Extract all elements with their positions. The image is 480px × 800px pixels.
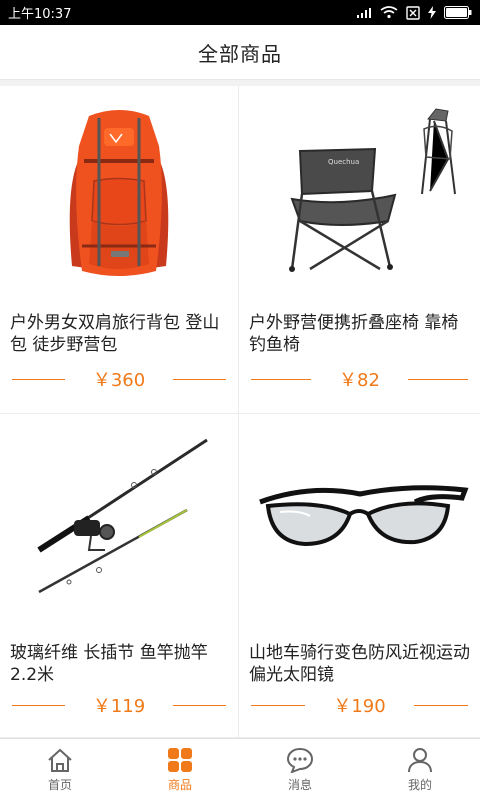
folding-chair-image: Quechua <box>239 86 480 301</box>
product-price: ￥360 <box>92 370 146 391</box>
status-time: 上午10:37 <box>8 7 72 22</box>
divider-line <box>173 378 227 380</box>
divider-line <box>407 378 468 380</box>
product-title: 山地车骑行变色防风近视运动偏光太阳镜 <box>249 643 470 685</box>
wifi-icon <box>380 6 398 19</box>
header: 全部商品 <box>0 25 480 80</box>
price-row: ￥82 <box>251 366 468 392</box>
tab-label: 消息 <box>287 777 312 792</box>
charging-icon <box>428 6 436 19</box>
product-title: 玻璃纤维 长插节 鱼竿抛竿2.2米 <box>10 643 208 685</box>
fishing-rod-image <box>0 414 238 629</box>
product-price: ￥82 <box>339 370 380 391</box>
product-title: 户外野营便携折叠座椅 靠椅钓鱼椅 <box>249 313 459 355</box>
product-card[interactable]: Quechua 户外野营便携折叠座椅 靠椅钓鱼椅 ￥82 <box>239 86 480 414</box>
divider-line <box>12 378 65 380</box>
tab-label: 我的 <box>407 777 432 792</box>
tab-home[interactable]: 首页 <box>0 739 120 800</box>
divider-line <box>251 378 312 380</box>
tab-label: 首页 <box>47 777 72 792</box>
divider-line <box>173 704 227 706</box>
divider-line <box>413 704 469 706</box>
tab-products[interactable]: 商品 <box>120 739 240 800</box>
product-card[interactable]: 户外男女双肩旅行背包 登山包 徒步野营包 ￥360 <box>0 86 239 414</box>
product-price: ￥190 <box>333 696 386 717</box>
backpack-image <box>0 86 238 301</box>
status-icons <box>356 5 472 20</box>
product-title: 户外男女双肩旅行背包 登山包 徒步野营包 <box>10 313 220 355</box>
no-sim-icon <box>406 5 420 20</box>
grid-icon <box>168 747 192 772</box>
status-bar: 上午10:37 <box>0 0 480 25</box>
chat-icon <box>286 747 314 773</box>
battery-icon <box>444 6 472 19</box>
home-icon <box>48 748 72 772</box>
bottom-tab-bar: 首页 商品 消息 我的 <box>0 738 480 800</box>
product-card[interactable]: 山地车骑行变色防风近视运动偏光太阳镜 ￥190 <box>239 414 480 738</box>
page-title: 全部商品 <box>198 41 282 66</box>
product-card[interactable]: 玻璃纤维 长插节 鱼竿抛竿2.2米 ￥119 <box>0 414 239 738</box>
price-row: ￥360 <box>12 366 227 392</box>
user-icon <box>408 747 432 772</box>
product-price: ￥119 <box>92 696 146 717</box>
divider-line <box>251 704 306 706</box>
tab-label: 商品 <box>167 777 192 792</box>
svg-text:Quechua: Quechua <box>328 158 359 166</box>
price-row: ￥119 <box>12 692 227 718</box>
tab-mine[interactable]: 我的 <box>360 739 480 800</box>
price-row: ￥190 <box>251 692 469 718</box>
tab-messages[interactable]: 消息 <box>240 739 360 800</box>
product-grid: 户外男女双肩旅行背包 登山包 徒步野营包 ￥360 Quechua 户外野营便携… <box>0 86 480 738</box>
divider-line <box>12 704 65 706</box>
signal-icon <box>357 7 371 18</box>
sunglasses-image <box>239 414 480 629</box>
